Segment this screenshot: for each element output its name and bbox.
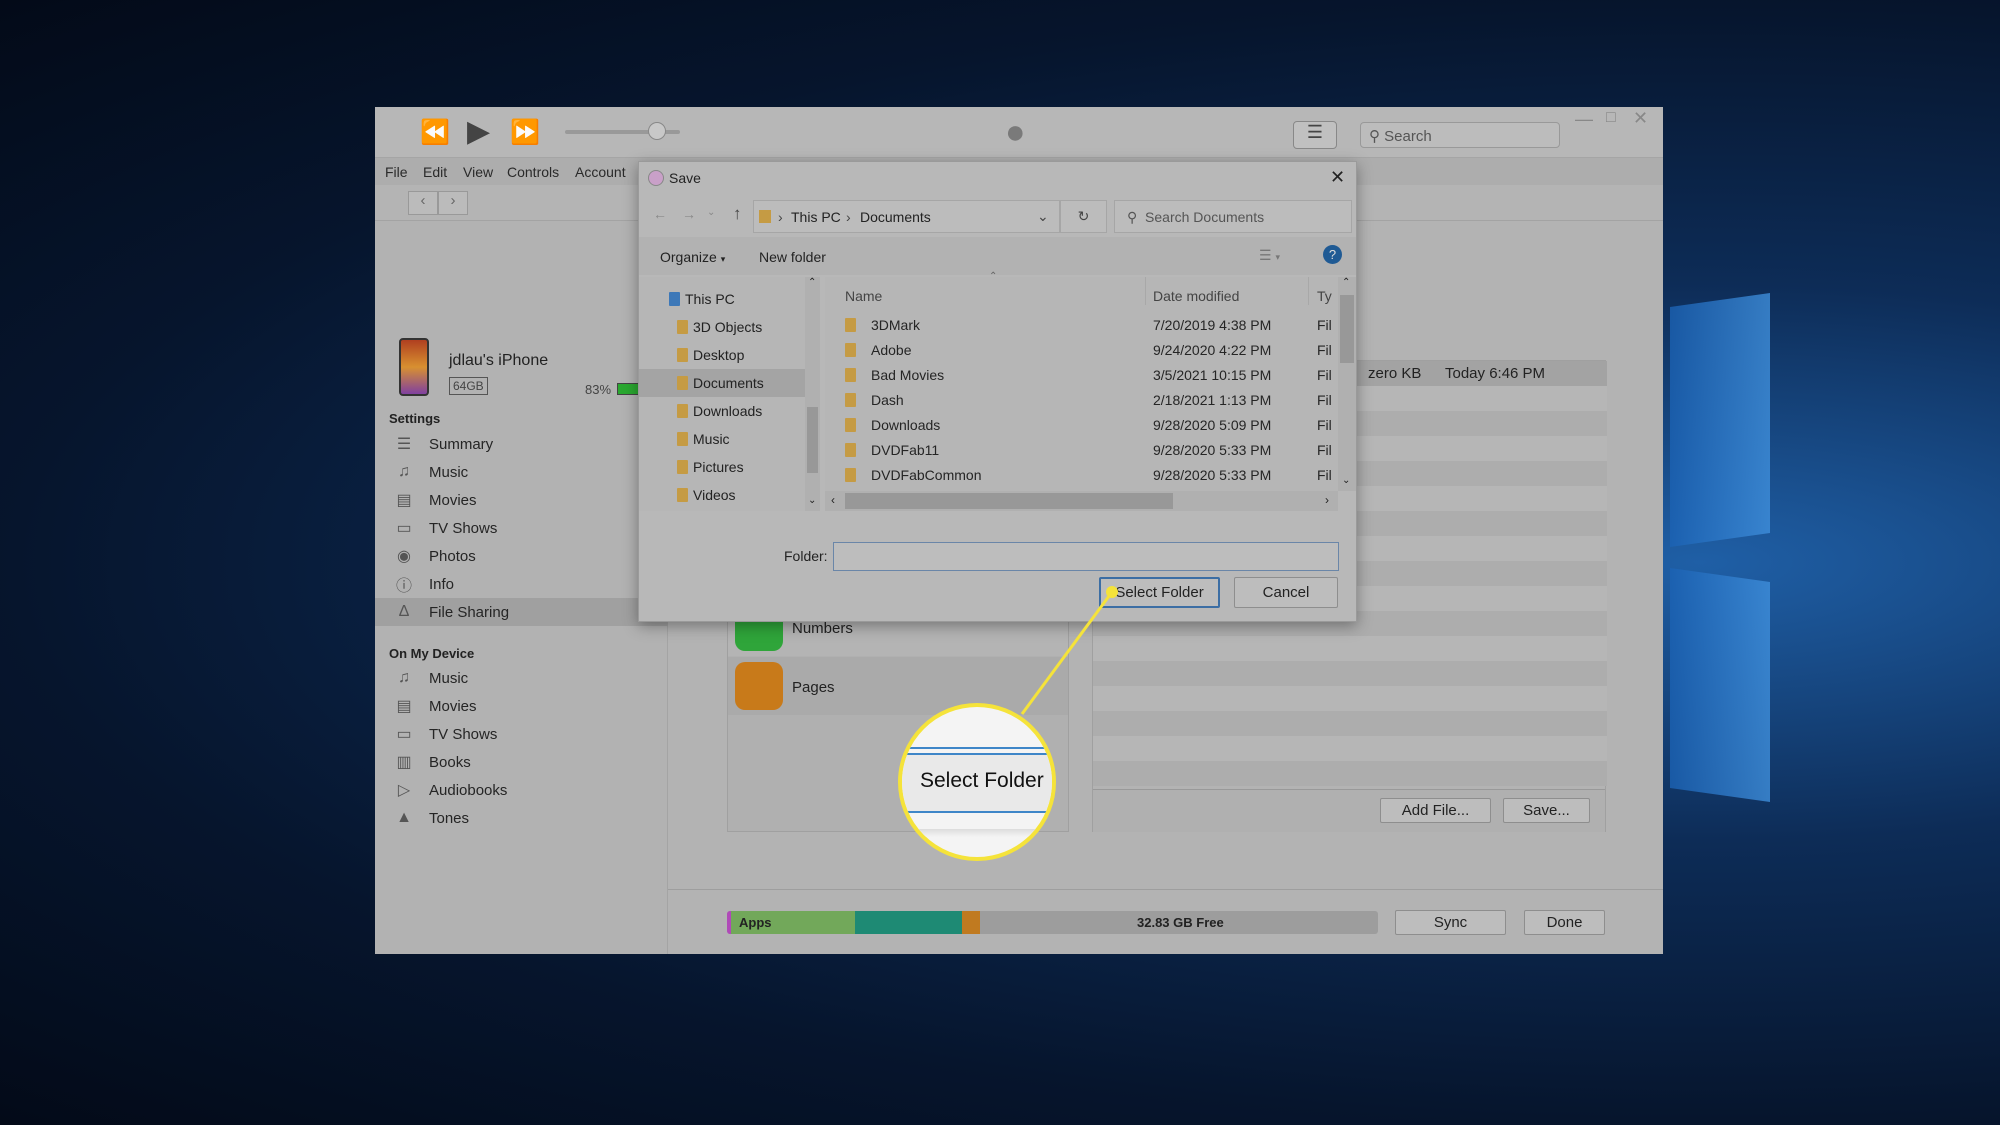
magnifier-callout: Select Folder <box>898 703 1056 861</box>
magnified-select-folder-label: Select Folder <box>920 769 1044 792</box>
callout-dot <box>1106 586 1118 598</box>
callout-line <box>1020 586 1118 715</box>
